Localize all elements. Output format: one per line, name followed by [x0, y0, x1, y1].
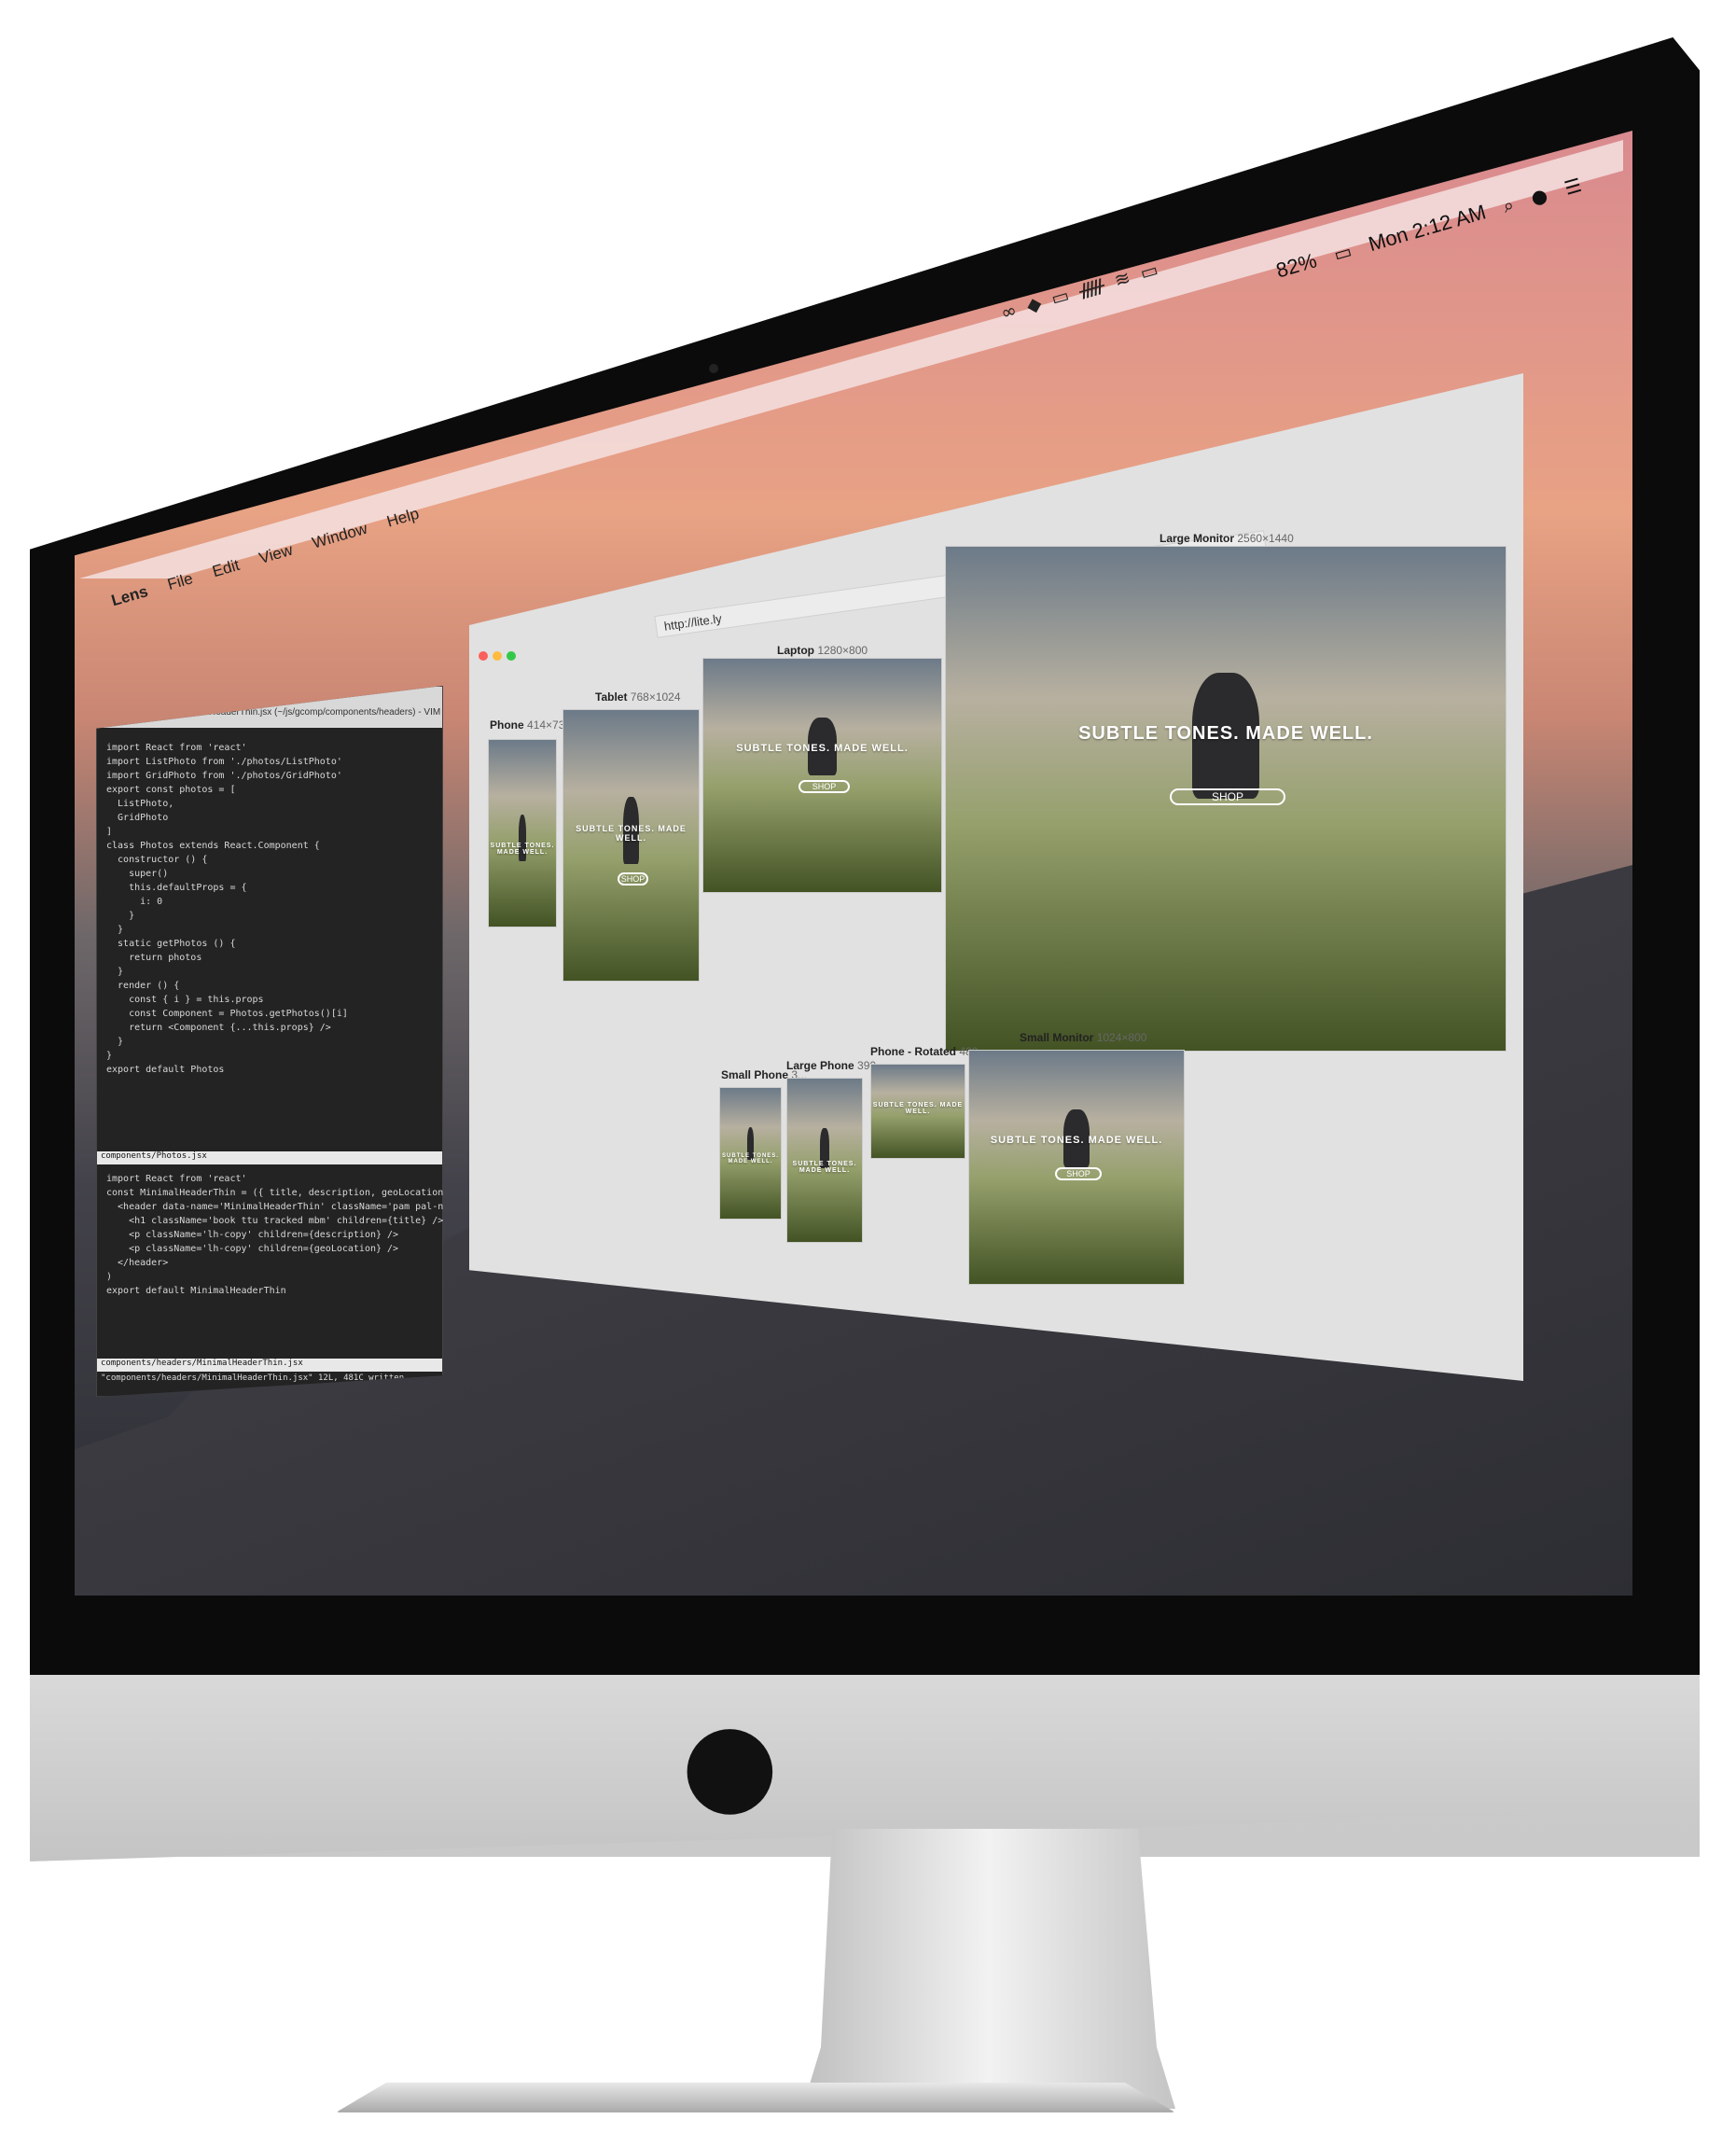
close-button[interactable]	[479, 651, 488, 661]
preview-headline: SUBTLE TONES. MADE WELL.	[576, 823, 687, 843]
vim-window[interactable]: gcomp — MinimalHeaderThin.jsx (~/js/gcom…	[96, 686, 443, 1397]
shop-button[interactable]: SHOP	[1055, 1167, 1102, 1180]
device-label-tablet: Tablet 768×1024	[595, 690, 681, 704]
code-line: this.defaultProps = {	[106, 883, 247, 893]
vim-code-pane-2[interactable]: import React from 'react' const MinimalHe…	[106, 1172, 545, 1298]
minimize-button[interactable]	[493, 651, 502, 661]
spotlight-search-icon[interactable]: ⌕	[1500, 193, 1516, 217]
code-line: }	[106, 925, 124, 935]
code-line: )	[106, 1272, 113, 1282]
code-line: export default MinimalHeaderThin	[106, 1286, 286, 1296]
code-line: export default Photos	[106, 1065, 225, 1075]
zoom-button[interactable]	[507, 651, 516, 661]
dropbox-icon[interactable]: ◆	[1024, 291, 1044, 316]
wifi-icon[interactable]: ≋	[1112, 266, 1133, 292]
code-line: <h1 className='book ttu tracked mbm' chi…	[106, 1216, 444, 1226]
window-controls	[479, 651, 516, 661]
shop-button[interactable]: SHOP	[618, 872, 648, 885]
device-preview-phone[interactable]: SUBTLE TONES. MADE WELL.	[488, 739, 557, 927]
code-line: const Component = Photos.getPhotos()[i]	[106, 1009, 348, 1019]
device-label-small-monitor: Small Monitor 1024×800	[1020, 1031, 1147, 1044]
code-line: import React from 'react'	[106, 743, 247, 753]
code-line: import React from 'react'	[106, 1174, 247, 1184]
code-line: }	[106, 1051, 113, 1061]
code-line: import ListPhoto from './photos/ListPhot…	[106, 757, 342, 767]
code-line: GridPhoto	[106, 813, 169, 823]
battery-icon[interactable]: ▭	[1331, 240, 1354, 266]
device-preview-large-monitor[interactable]: SUBTLE TONES. MADE WELL. SHOP	[945, 546, 1507, 1052]
preview-headline: SUBTLE TONES. MADE WELL.	[990, 1135, 1163, 1146]
code-line: }	[106, 1037, 124, 1047]
imac-stand-base	[336, 2083, 1175, 2112]
vim-code-pane-1[interactable]: import React from 'react' import ListPhot…	[106, 741, 433, 1077]
code-line: const { i } = this.props	[106, 995, 264, 1005]
device-preview-tablet[interactable]: SUBTLE TONES. MADE WELL. SHOP	[562, 709, 700, 982]
device-label-laptop: Laptop 1280×800	[777, 644, 868, 657]
code-line: <p className='lh-copy' children={descrip…	[106, 1230, 399, 1240]
code-line: const MinimalHeaderThin = ({ title, desc…	[106, 1188, 545, 1198]
shop-button[interactable]: SHOP	[799, 780, 850, 793]
code-line: import GridPhoto from './photos/GridPhot…	[106, 771, 342, 781]
device-preview-large-phone[interactable]: SUBTLE TONES. MADE WELL.	[786, 1078, 863, 1243]
code-line: class Photos extends React.Component {	[106, 841, 320, 851]
code-line: <p className='lh-copy' children={geoLoca…	[106, 1244, 399, 1254]
preview-headline: SUBTLE TONES. MADE WELL.	[736, 743, 909, 754]
device-preview-phone-rotated[interactable]: SUBTLE TONES. MADE WELL.	[870, 1064, 965, 1159]
preview-headline: SUBTLE TONES. MADE WELL.	[490, 843, 555, 856]
code-line: ]	[106, 827, 113, 837]
siri-icon[interactable]: ●	[1528, 183, 1549, 209]
shop-button[interactable]: SHOP	[1170, 788, 1285, 806]
imac-stand	[802, 1829, 1175, 2109]
code-line: export const photos = [	[106, 785, 236, 795]
device-preview-small-phone[interactable]: SUBTLE TONES. MADE WELL.	[719, 1087, 782, 1220]
code-line: <header data-name='MinimalHeaderThin' cl…	[106, 1202, 545, 1212]
imac-camera	[709, 364, 718, 373]
device-label-phone: Phone 414×736	[490, 718, 572, 732]
code-line: return photos	[106, 953, 202, 963]
code-line: return <Component {...this.props} />	[106, 1023, 331, 1033]
code-line: ListPhoto,	[106, 799, 174, 809]
preview-headline: SUBTLE TONES. MADE WELL.	[872, 1102, 964, 1115]
code-line: i: 0	[106, 897, 163, 907]
code-line: super()	[106, 869, 169, 879]
code-line: render () {	[106, 981, 180, 991]
vim-status-2: components/headers/MinimalHeaderThin.jsx	[97, 1359, 442, 1372]
apple-logo-icon: ●	[681, 1698, 779, 1828]
code-line: }	[106, 911, 135, 921]
facetime-camera-icon[interactable]: ▭	[1049, 284, 1072, 310]
device-label-large-monitor: Large Monitor 2560×1440	[1160, 532, 1294, 545]
code-line: }	[106, 967, 124, 977]
preview-headline: SUBTLE TONES. MADE WELL.	[792, 1160, 857, 1174]
code-line: static getPhotos () {	[106, 939, 236, 949]
code-line: constructor () {	[106, 855, 208, 865]
vim-status-1: components/Photos.jsx	[97, 1151, 442, 1164]
device-preview-small-monitor[interactable]: SUBTLE TONES. MADE WELL. SHOP	[968, 1050, 1185, 1285]
preview-headline: SUBTLE TONES. MADE WELL.	[1078, 723, 1373, 744]
code-line: </header>	[106, 1258, 169, 1268]
device-preview-laptop[interactable]: SUBTLE TONES. MADE WELL. SHOP	[702, 658, 942, 893]
preview-headline: SUBTLE TONES. MADE WELL.	[722, 1153, 779, 1164]
